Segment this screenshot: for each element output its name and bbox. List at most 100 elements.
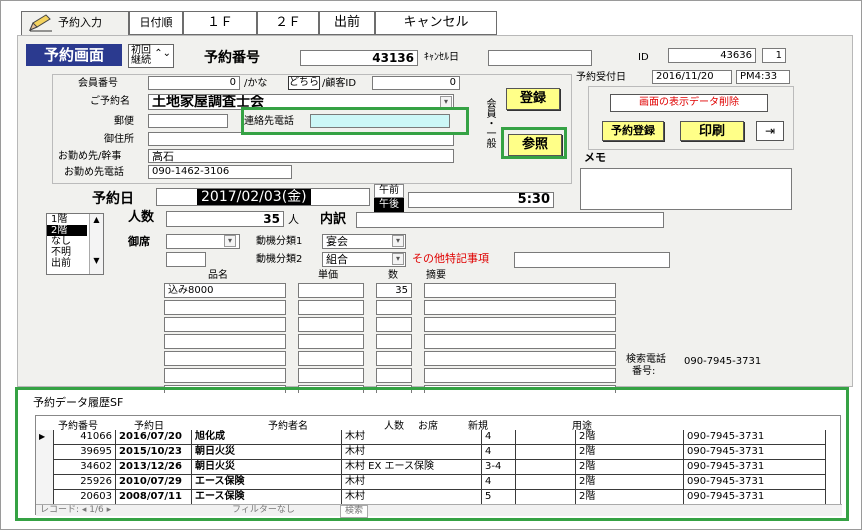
history-cell[interactable] [516, 490, 576, 505]
item-cell[interactable] [164, 300, 286, 315]
history-cell[interactable] [516, 445, 576, 460]
search-box[interactable]: 検索 [340, 505, 369, 518]
workplace-field[interactable]: 高石 [148, 149, 454, 163]
item-cell[interactable] [298, 317, 364, 332]
history-cell[interactable]: 木村 [342, 445, 482, 460]
item-cell[interactable] [298, 300, 364, 315]
tab-reservation-input[interactable]: 予約入力 [21, 11, 129, 35]
breakdown-field[interactable] [356, 212, 664, 228]
reservation-time-field[interactable]: 5:30 [408, 192, 554, 208]
seat-sub-field[interactable] [166, 252, 206, 267]
ampm-toggle[interactable]: 午前 午後 [374, 184, 404, 212]
received-time-field[interactable]: PM4:33 [736, 70, 790, 84]
history-cell[interactable]: 2階 [576, 430, 684, 445]
history-cell[interactable]: 木村 [342, 430, 482, 445]
row-selector[interactable] [36, 490, 54, 505]
history-cell[interactable]: 2015/10/23 [116, 445, 192, 460]
scroll-down-icon[interactable]: ▼ [90, 255, 103, 266]
history-row[interactable]: 34602 2013/12/26 朝日火災 木村 EX エース保険 3-4 2階 090-7… [36, 460, 826, 475]
toggle-button[interactable]: どちら [288, 76, 320, 90]
item-cell[interactable]: 35 [376, 283, 412, 298]
item-cell[interactable] [424, 317, 616, 332]
history-cell[interactable]: エース保険 [192, 490, 342, 505]
record-nav-text[interactable]: レコード: ◂ 1/6 ▸ [40, 505, 111, 516]
row-selector[interactable] [36, 475, 54, 490]
history-cell[interactable]: 20603 [54, 490, 116, 505]
item-cell[interactable] [376, 368, 412, 383]
item-cell[interactable] [164, 368, 286, 383]
history-cell[interactable]: 34602 [54, 460, 116, 475]
record-navigator[interactable]: レコード: ◂ 1/6 ▸ フィルターなし 検索 [36, 504, 842, 518]
history-cell[interactable]: 41066 [54, 430, 116, 445]
history-cell[interactable] [516, 460, 576, 475]
history-row[interactable]: 25926 2010/07/29 エース保険 木村 4 2階 090-7945-3731 [36, 475, 826, 490]
item-cell[interactable] [298, 283, 364, 298]
workplace-phone-field[interactable]: 090-1462-3106 [148, 165, 292, 179]
history-cell[interactable]: 木村 [342, 475, 482, 490]
seat-dropdown-icon[interactable]: ▾ [224, 235, 236, 247]
other-notes-field[interactable] [514, 252, 670, 268]
motive2-dropdown-icon[interactable]: ▾ [392, 253, 404, 265]
item-cell[interactable] [424, 283, 616, 298]
people-field[interactable]: 35 [166, 211, 284, 227]
history-cell[interactable]: 39695 [54, 445, 116, 460]
item-cell[interactable] [376, 300, 412, 315]
reservation-date-field[interactable]: 2017/02/03(金) [156, 188, 370, 206]
item-cell[interactable] [424, 351, 616, 366]
history-cell[interactable]: 4 [482, 430, 516, 445]
history-cell[interactable]: 090-7945-3731 [684, 460, 826, 475]
register-button[interactable]: 登録 [506, 88, 560, 110]
item-cell[interactable] [164, 317, 286, 332]
item-cell[interactable] [298, 334, 364, 349]
exit-button[interactable]: ⇥ [756, 121, 784, 141]
history-cell[interactable]: 3-4 [482, 460, 516, 475]
scroll-up-icon[interactable]: ▲ [90, 214, 103, 225]
history-cell[interactable] [516, 430, 576, 445]
member-no-field[interactable]: 0 [148, 76, 240, 90]
print-button[interactable]: 印刷 [680, 121, 744, 141]
history-cell[interactable]: エース保険 [192, 475, 342, 490]
history-cell[interactable]: 4 [482, 475, 516, 490]
item-cell[interactable] [424, 368, 616, 383]
item-cell[interactable] [298, 368, 364, 383]
id-field[interactable]: 43636 [668, 48, 756, 63]
history-cell[interactable]: 5 [482, 490, 516, 505]
floor-option-selected[interactable]: 2階 [47, 225, 87, 236]
history-cell[interactable]: 2013/12/26 [116, 460, 192, 475]
history-cell[interactable]: 090-7945-3731 [684, 430, 826, 445]
item-cell[interactable] [424, 334, 616, 349]
reservation-no-field[interactable]: 43136 [300, 50, 418, 66]
item-cell[interactable] [164, 351, 286, 366]
cancel-date-field[interactable] [488, 50, 592, 66]
row-selector[interactable] [36, 445, 54, 460]
id-seq-field[interactable]: 1 [762, 48, 786, 63]
history-cell[interactable]: 朝日火災 [192, 460, 342, 475]
history-cell[interactable] [516, 475, 576, 490]
filter-status[interactable]: フィルターなし [232, 505, 295, 516]
item-cell[interactable] [376, 317, 412, 332]
floor-scrollbar[interactable]: ▲ ▼ [89, 214, 103, 274]
item-cell[interactable] [376, 351, 412, 366]
tab-1f[interactable]: １Ｆ [183, 11, 257, 35]
memo-field[interactable] [580, 168, 792, 210]
history-cell[interactable]: 木村 [342, 490, 482, 505]
delete-display-button[interactable]: 画面の表示データ削除 [610, 94, 768, 112]
history-cell[interactable]: 090-7945-3731 [684, 445, 826, 460]
motive1-dropdown-icon[interactable]: ▾ [392, 235, 404, 247]
tab-delivery[interactable]: 出前 [319, 11, 375, 35]
history-cell[interactable]: 2008/07/11 [116, 490, 192, 505]
item-cell[interactable] [424, 300, 616, 315]
history-row[interactable]: 39695 2015/10/23 朝日火災 木村 4 2階 090-7945-3731 [36, 445, 826, 460]
received-date-field[interactable]: 2016/11/20 [652, 70, 732, 84]
history-cell[interactable]: 25926 [54, 475, 116, 490]
tab-date-order[interactable]: 日付順 [129, 11, 183, 35]
history-row[interactable]: 20603 2008/07/11 エース保険 木村 5 2階 090-7945-3731 [36, 490, 826, 505]
item-cell[interactable]: 込み8000 [164, 283, 286, 298]
item-cell[interactable] [164, 334, 286, 349]
history-cell[interactable]: 2010/07/29 [116, 475, 192, 490]
floor-listbox[interactable]: 1階 2階 なし 不明 出前 ▲ ▼ [46, 213, 104, 275]
item-cell[interactable] [376, 334, 412, 349]
am-option[interactable]: 午前 [374, 184, 404, 198]
history-cell[interactable]: 2016/07/20 [116, 430, 192, 445]
customer-id-field[interactable]: 0 [372, 76, 460, 90]
